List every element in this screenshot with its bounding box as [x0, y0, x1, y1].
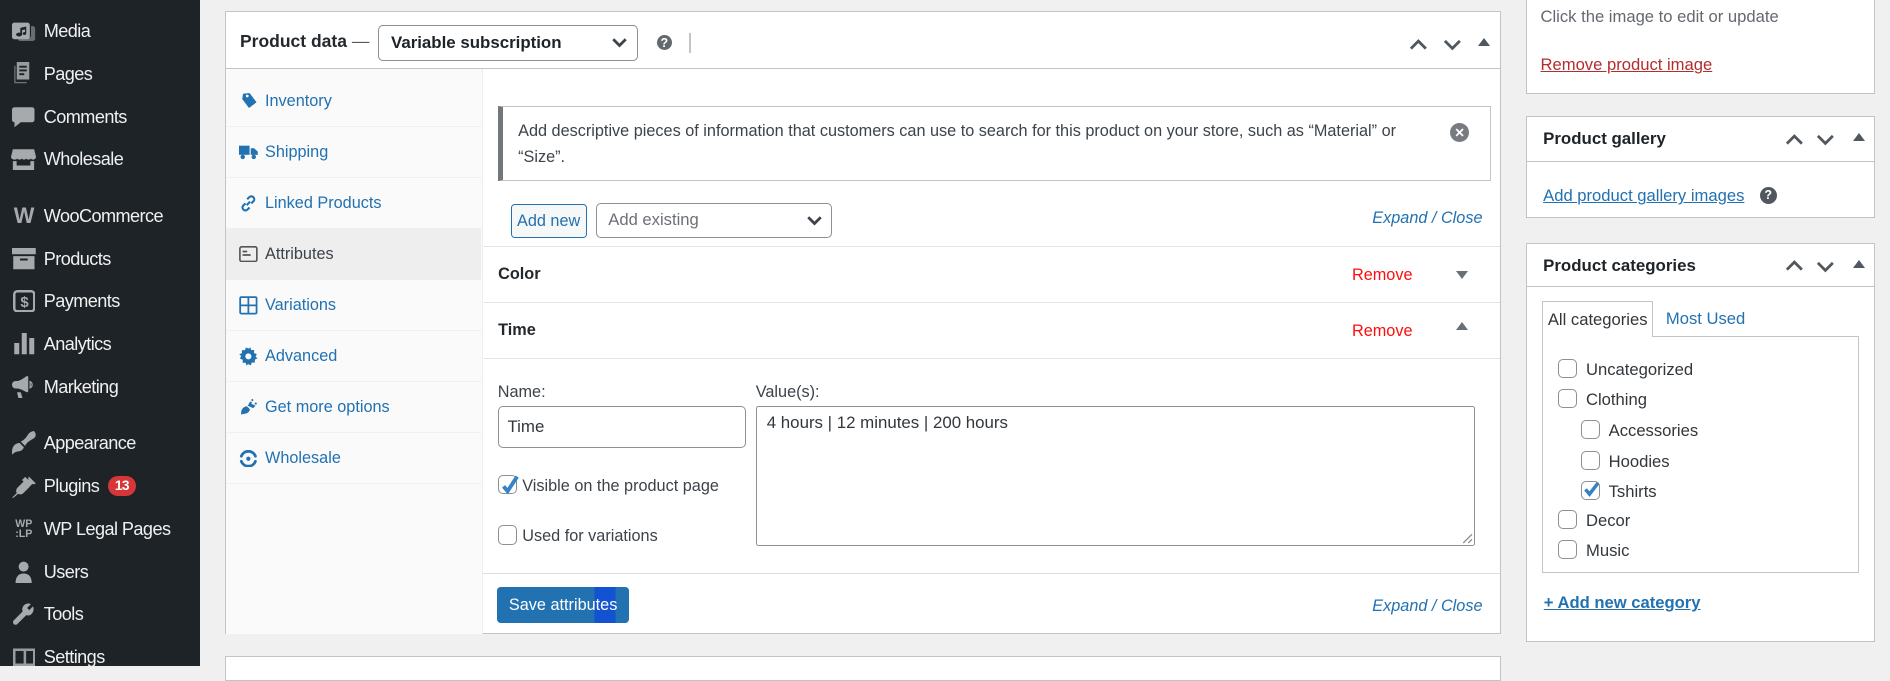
svg-text:$: $: [20, 294, 29, 311]
